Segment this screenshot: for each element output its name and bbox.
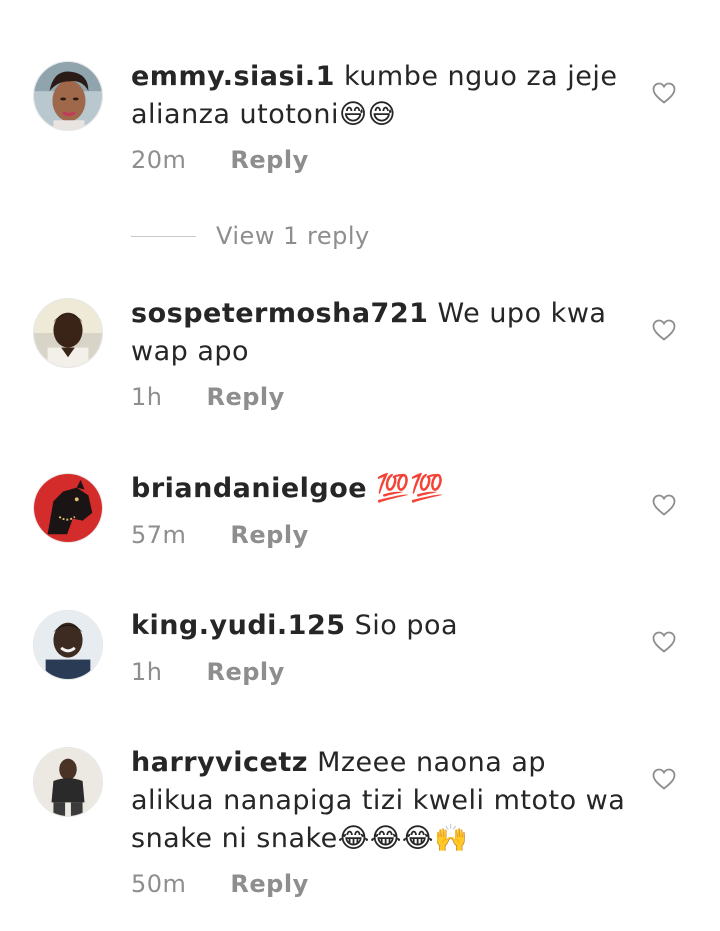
heart-icon[interactable] <box>652 319 676 341</box>
comment-meta: 1h Reply <box>131 383 285 411</box>
comment-meta: 1h Reply <box>131 658 285 686</box>
comment-text: emmy.siasi.1 kumbe nguo za jeje alianza … <box>131 58 631 134</box>
comment-time: 20m <box>131 146 187 174</box>
comment-meta: 57m Reply <box>131 521 309 549</box>
avatar[interactable] <box>33 610 103 680</box>
comment-meta: 50m Reply <box>131 870 309 898</box>
comment-body: 💯💯 <box>376 473 445 504</box>
comment-username[interactable]: briandanielgoe <box>131 473 367 504</box>
heart-icon[interactable] <box>652 494 676 516</box>
heart-icon[interactable] <box>652 631 676 653</box>
comment-text: sospetermosha721 We upo kwa wap apo <box>131 295 631 371</box>
divider-line <box>131 235 196 237</box>
comment-text: briandanielgoe 💯💯 <box>131 470 631 508</box>
avatar[interactable] <box>33 298 103 368</box>
avatar[interactable] <box>33 747 103 817</box>
avatar[interactable] <box>33 473 103 543</box>
comment-time: 50m <box>131 870 187 898</box>
reply-button[interactable]: Reply <box>230 146 308 174</box>
comment-time: 1h <box>131 658 163 686</box>
reply-button[interactable]: Reply <box>230 521 308 549</box>
reply-button[interactable]: Reply <box>230 870 308 898</box>
view-replies-label: View 1 reply <box>216 222 370 250</box>
heart-icon[interactable] <box>652 768 676 790</box>
reply-button[interactable]: Reply <box>206 658 284 686</box>
view-replies-button[interactable]: View 1 reply <box>131 222 370 250</box>
reply-button[interactable]: Reply <box>206 383 284 411</box>
comment-text: harryvicetz Mzeee naona ap alikua nanapi… <box>131 744 631 858</box>
comment-username[interactable]: emmy.siasi.1 <box>131 61 335 92</box>
heart-icon[interactable] <box>652 82 676 104</box>
comment-username[interactable]: king.yudi.125 <box>131 610 346 641</box>
comment-time: 1h <box>131 383 163 411</box>
comment-username[interactable]: harryvicetz <box>131 747 308 778</box>
comment-body: Sio poa <box>354 610 459 641</box>
avatar[interactable] <box>33 61 103 131</box>
comment-text: king.yudi.125 Sio poa <box>131 607 631 645</box>
comment-username[interactable]: sospetermosha721 <box>131 298 428 329</box>
comment-time: 57m <box>131 521 187 549</box>
comment-meta: 20m Reply <box>131 146 309 174</box>
